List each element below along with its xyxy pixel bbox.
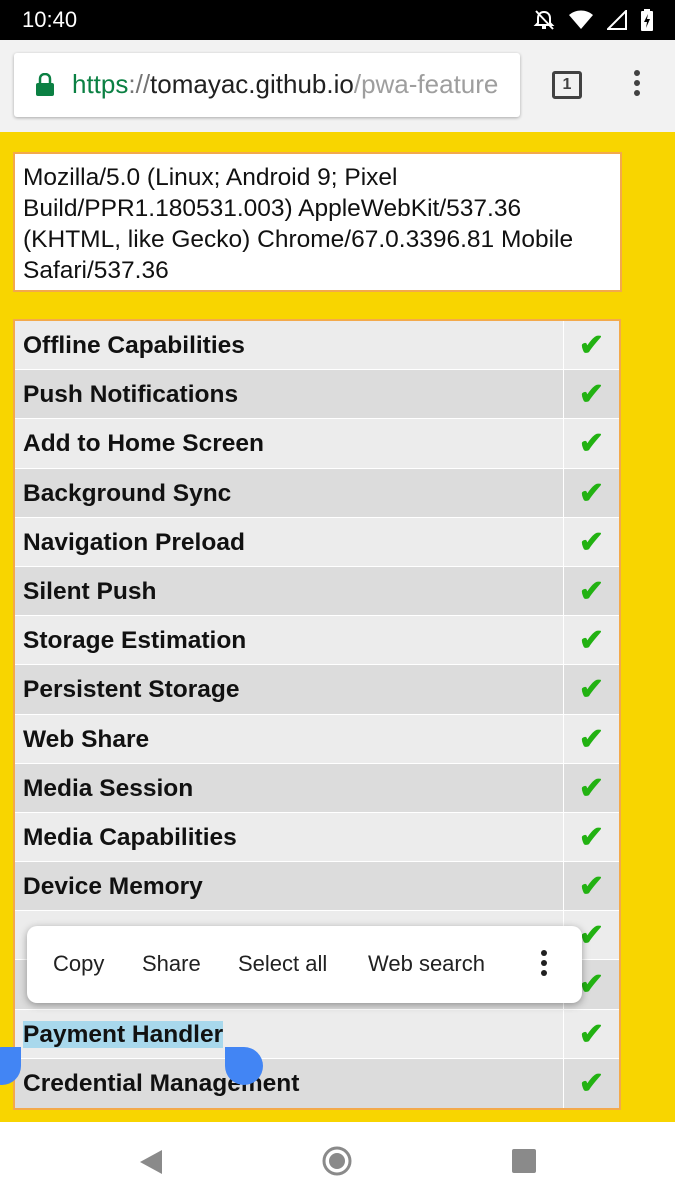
table-row: Storage Estimation ✔ (15, 616, 619, 666)
table-row: Persistent Storage ✔ (15, 665, 619, 715)
check-icon: ✔ (563, 321, 619, 370)
url-text: https://tomayac.github.io/pwa-feature (72, 69, 498, 100)
battery-charging-icon (641, 9, 653, 31)
system-nav-bar (0, 1122, 675, 1200)
notifications-off-icon (533, 10, 555, 30)
table-row: Credential Management ✔ (15, 1058, 619, 1108)
check-icon: ✔ (563, 1009, 619, 1058)
feature-name: Background Sync (15, 468, 563, 517)
status-icons (533, 8, 653, 32)
feature-name: Push Notifications (15, 370, 563, 419)
check-icon: ✔ (563, 763, 619, 812)
status-time: 10:40 (22, 7, 78, 32)
table-row: Silent Push ✔ (15, 566, 619, 617)
cell-signal-icon (607, 10, 627, 30)
selected-text[interactable]: Payment Handler (23, 1020, 224, 1048)
feature-name-selected[interactable]: Payment Handler (15, 1009, 563, 1058)
table-row: Device Memory ✔ (15, 862, 619, 912)
feature-name: Persistent Storage (15, 665, 563, 714)
check-icon: ✔ (563, 517, 619, 566)
table-row: Add to Home Screen ✔ (15, 419, 619, 469)
user-agent-text: Mozilla/5.0 (Linux; Android 9; Pixel Bui… (13, 152, 622, 292)
dot-icon (541, 950, 547, 956)
dot-icon (541, 970, 547, 976)
table-row: Media Session ✔ (15, 763, 619, 813)
dot-icon (634, 90, 640, 96)
selection-end-handle[interactable] (225, 1047, 263, 1085)
check-icon: ✔ (563, 616, 619, 665)
text-selection-menu: Copy Share Select all Web search (27, 926, 582, 1003)
check-icon: ✔ (563, 370, 619, 419)
table-row: Offline Capabilities ✔ (15, 321, 619, 371)
dot-icon (634, 80, 640, 86)
back-icon[interactable] (138, 1148, 164, 1176)
dot-icon (541, 960, 547, 966)
dot-icon (634, 70, 640, 76)
feature-name: Credential Management (15, 1058, 563, 1108)
web-search-button[interactable]: Web search (368, 951, 485, 977)
home-icon[interactable] (322, 1146, 352, 1176)
feature-name: Storage Estimation (15, 616, 563, 665)
feature-name: Add to Home Screen (15, 419, 563, 468)
url-separator: :// (128, 69, 151, 99)
url-scheme: https (72, 69, 129, 99)
feature-name: Media Session (15, 763, 563, 812)
table-row: Push Notifications ✔ (15, 370, 619, 420)
more-options-button[interactable] (539, 950, 549, 980)
lock-icon (36, 73, 54, 96)
share-button[interactable]: Share (142, 951, 201, 977)
check-icon: ✔ (563, 419, 619, 468)
table-row: Background Sync ✔ (15, 468, 619, 518)
check-icon: ✔ (563, 566, 619, 616)
table-row: Media Capabilities ✔ (15, 812, 619, 863)
copy-button[interactable]: Copy (53, 951, 104, 977)
check-icon: ✔ (563, 468, 619, 517)
check-icon: ✔ (563, 665, 619, 714)
feature-name: Navigation Preload (15, 517, 563, 566)
browser-menu-button[interactable] (630, 70, 644, 102)
check-icon: ✔ (563, 714, 619, 763)
check-icon: ✔ (563, 1058, 619, 1108)
check-icon: ✔ (563, 862, 619, 911)
table-row: Navigation Preload ✔ (15, 517, 619, 567)
check-icon: ✔ (563, 812, 619, 862)
tab-switcher-button[interactable]: 1 (552, 71, 582, 99)
select-all-button[interactable]: Select all (238, 951, 327, 977)
url-path: /pwa-feature (353, 69, 499, 99)
address-bar[interactable]: https://tomayac.github.io/pwa-feature (14, 53, 520, 117)
feature-name: Offline Capabilities (15, 321, 563, 370)
wifi-icon (569, 10, 593, 29)
url-host: tomayac.github.io (150, 69, 354, 99)
feature-name: Web Share (15, 714, 563, 763)
feature-name: Silent Push (15, 566, 563, 616)
recents-icon[interactable] (512, 1149, 536, 1173)
table-row: Payment Handler ✔ (15, 1009, 619, 1059)
browser-toolbar: https://tomayac.github.io/pwa-feature 1 (0, 40, 675, 132)
feature-name: Device Memory (15, 862, 563, 911)
status-bar: 10:40 (0, 0, 675, 40)
table-row: Web Share ✔ (15, 714, 619, 764)
feature-name: Media Capabilities (15, 812, 563, 862)
